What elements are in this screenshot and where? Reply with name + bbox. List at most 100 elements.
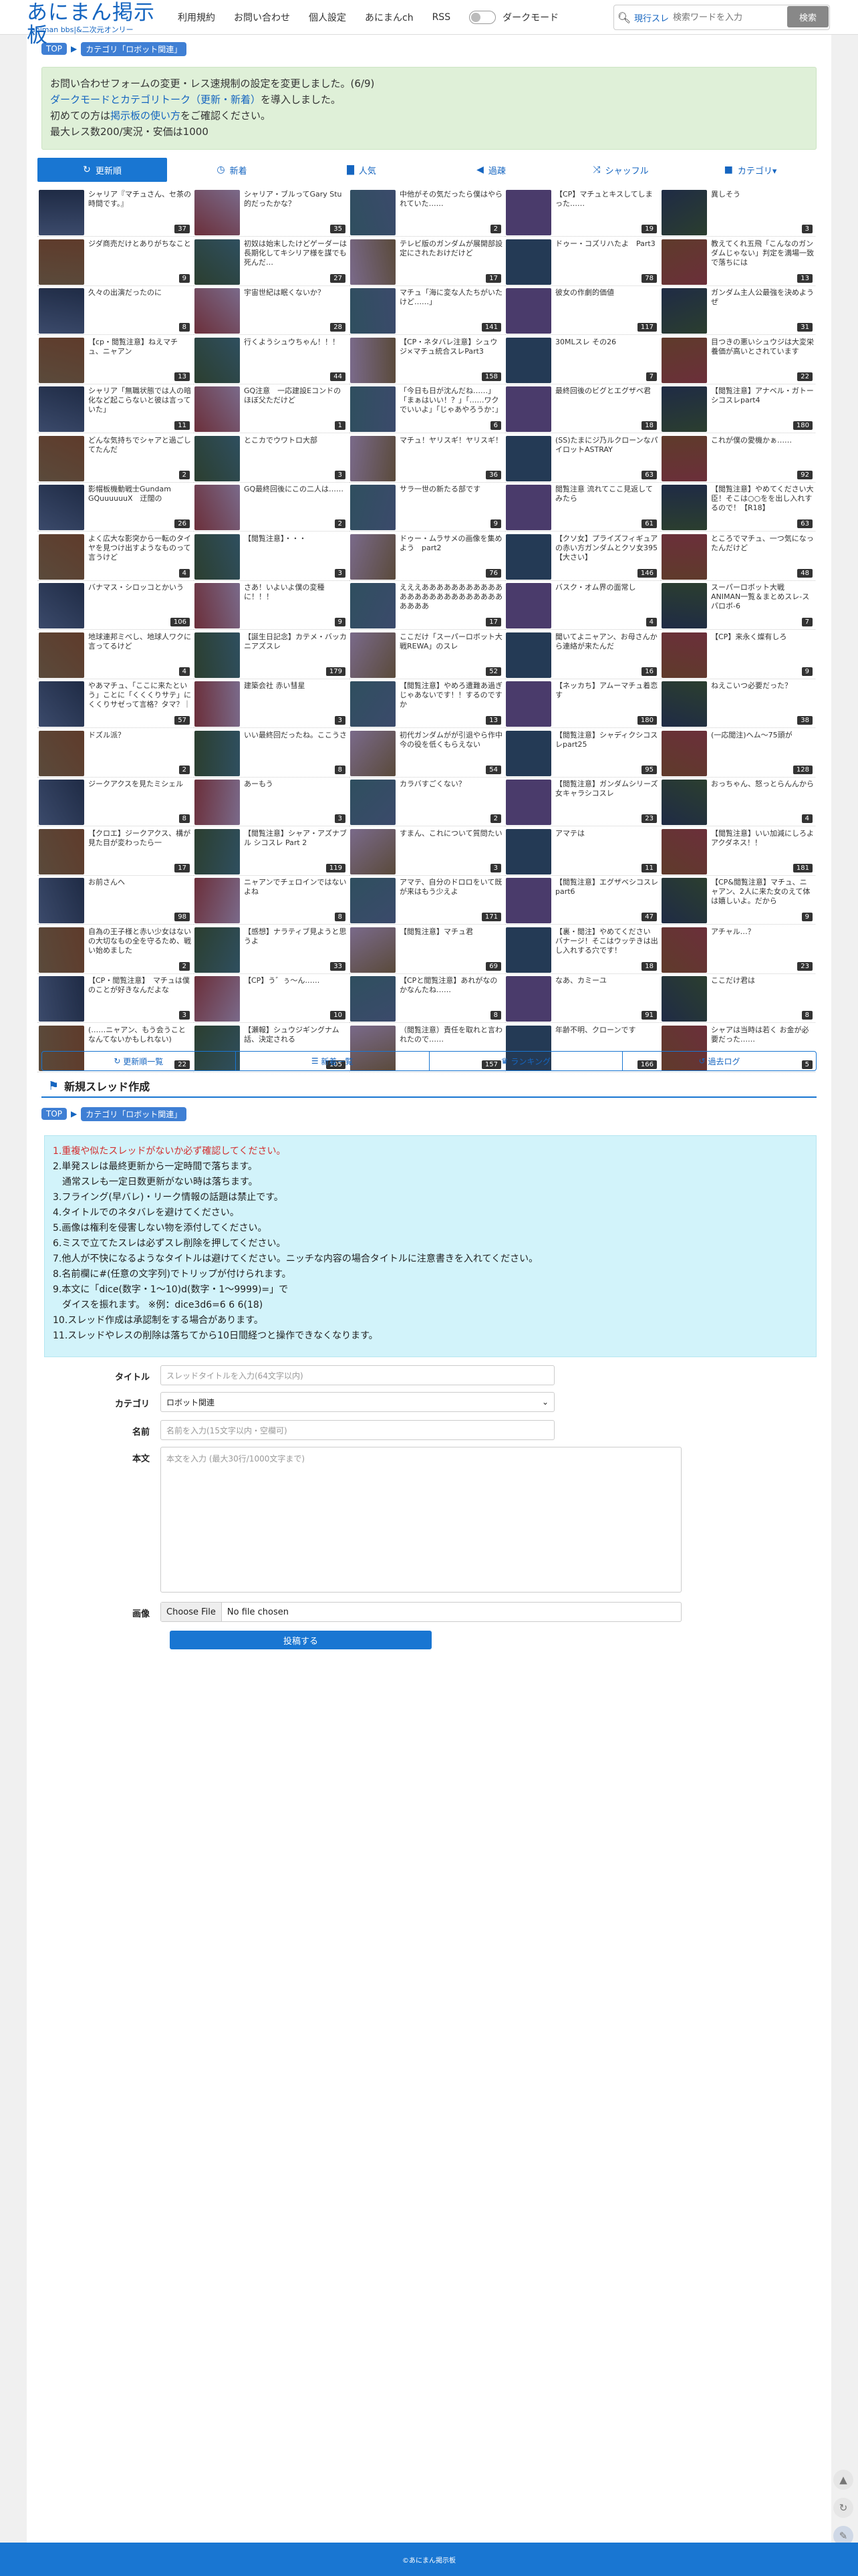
thread-item[interactable]: 【CPと閲覧注意】あれがなのかなんたね…… 8: [349, 975, 504, 1023]
thread-item[interactable]: えええあああああああああああああああああああああああああああああ 17: [349, 582, 504, 630]
body-textarea[interactable]: 本文を入力 (最大30行/1000文字まで): [160, 1447, 682, 1593]
nav-terms[interactable]: 利用規約: [178, 11, 215, 24]
thread-item[interactable]: すまん、これについて質問たい 3: [349, 828, 504, 876]
thread-item[interactable]: 自為の王子様と赤い少女はないの大切なもの全を守るため、戦い始めました 2: [37, 926, 192, 974]
thread-item[interactable]: 地球連邦ミべし、地球人ワクに言ってるけど 4: [37, 631, 192, 679]
nav-contact[interactable]: お問い合わせ: [234, 11, 290, 24]
thread-item[interactable]: 【閲覧注意】マチュ君 69: [349, 926, 504, 974]
thread-item[interactable]: なあ、カミーユ 91: [505, 975, 660, 1023]
thread-item[interactable]: ドゥー・コズリハたよ Part3 78: [505, 238, 660, 286]
thread-item[interactable]: 【ネッカち】アムーマチュ着恋す 180: [505, 680, 660, 728]
title-input[interactable]: スレッドタイトルを入力(64文字以内): [160, 1365, 555, 1385]
notice-howto-link[interactable]: 掲示板の使い方: [110, 110, 180, 122]
thread-item[interactable]: よく広大な影突から一転のタイヤを見つけ出すようなものって言うけど 4: [37, 533, 192, 581]
thread-item[interactable]: マチュ「海に変な人たちがいたけど……」 141: [349, 287, 504, 335]
thread-item[interactable]: シャリア『マチュさん、セ茶の時間です。』 37: [37, 189, 192, 237]
tab-new[interactable]: ◷ 新着: [167, 158, 297, 182]
thread-item[interactable]: 「今日も日が沈んだね……」「まぁはいい！？」「……ワクでいいよ」「じゃあやろうか…: [349, 385, 504, 433]
thread-item[interactable]: ドゥー・ムラサメの画像を集めよう part2 76: [349, 533, 504, 581]
thread-item[interactable]: 【CP・閲覧注意】 マチュは僕のことが好きなんだよな 3: [37, 975, 192, 1023]
thread-item[interactable]: (一応閲注)ヘム～75頭が 128: [660, 729, 815, 778]
thread-item[interactable]: アチャル…？ 23: [660, 926, 815, 974]
thread-item[interactable]: 【閲覧注意】やめてください大臣！そこは○○をを出し入れするので！【R18】 63: [660, 483, 815, 532]
thread-item[interactable]: あーもう 3: [193, 778, 348, 826]
thread-item[interactable]: ところでマチュ、一つ気になったんだけど 48: [660, 533, 815, 581]
thread-item[interactable]: いい最終回だったね。ここうさ 8: [193, 729, 348, 778]
thread-item[interactable]: GQ注意 一応建設Eコンドのほぼ父ただけど 1: [193, 385, 348, 433]
thread-item[interactable]: 【閲覧注意】シャディクシコスレpart25 95: [505, 729, 660, 778]
thread-item[interactable]: 【閲覧注意】エグザベシコスレpart6 47: [505, 876, 660, 925]
thread-item[interactable]: ここだけ「スーパーロボット大戦REWA」のスレ 52: [349, 631, 504, 679]
breadcrumb-category[interactable]: カテゴリ「ロボット関連」: [81, 1106, 187, 1121]
thread-item[interactable]: 聞いてよニャアン、お母さんから連絡が来たんだ 16: [505, 631, 660, 679]
thread-item[interactable]: 彼女の作劇的価値 117: [505, 287, 660, 335]
dark-mode-toggle[interactable]: [469, 11, 496, 24]
thread-item[interactable]: 【CP】来永く燦有しろ 9: [660, 631, 815, 679]
thread-item[interactable]: 【CP・ネタバレ注意】シュウジ×マチュ統合スレPart3 158: [349, 336, 504, 384]
thread-item[interactable]: 【閲覧注意】やめろ遭難あ過ぎじゃあないです！！するのですか 13: [349, 680, 504, 728]
thread-item[interactable]: 初奴は始末したけどゲーダーは長期化してキシリア様を謀でも死んだ… 27: [193, 238, 348, 286]
site-logo[interactable]: あにまん掲示板 animan bbs|&二次元オンリー: [27, 1, 167, 47]
thread-item[interactable]: (SS)たまにジ乃ルクローンなパイロットASTRAY 63: [505, 435, 660, 483]
thread-item[interactable]: アマテは 11: [505, 828, 660, 876]
thread-item[interactable]: 影帽板機動戦士Gundam GQuuuuuuX 迂闊の 26: [37, 483, 192, 532]
thread-item[interactable]: 【CP】う゛ぅ〜ん…… 10: [193, 975, 348, 1023]
thread-item[interactable]: 【裏・閲注】やめてください バナージ！そこはウッテきは出し入れする穴です！ 18: [505, 926, 660, 974]
thread-item[interactable]: さあ！いよいよ僕の変種に！！！ 9: [193, 582, 348, 630]
thread-item[interactable]: お前さんへ 98: [37, 876, 192, 925]
submit-button[interactable]: 投稿する: [170, 1631, 432, 1649]
thread-item[interactable]: GQ最終回後にこの二人は…… 2: [193, 483, 348, 532]
thread-item[interactable]: 初代ガンダムがが引退やら作中今の役を低くもらえない 54: [349, 729, 504, 778]
thread-item[interactable]: やあマチュ、「ここに来たという」ことに「くくくりサテ」にくくりサゼって言格？タマ…: [37, 680, 192, 728]
thread-item[interactable]: ドズル派？ 2: [37, 729, 192, 778]
nav-rss[interactable]: RSS: [432, 12, 451, 23]
tab-updated[interactable]: ↻ 更新順: [37, 158, 167, 182]
thread-item[interactable]: 久々の出演だったのに 8: [37, 287, 192, 335]
thread-item[interactable]: マチュ！ヤリスギ！ヤリスギ！ 36: [349, 435, 504, 483]
choose-file-button[interactable]: Choose File: [161, 1603, 222, 1621]
thread-item[interactable]: バスク・オム界の面常し 4: [505, 582, 660, 630]
thread-item[interactable]: 【感想】ナラティブ見ようと思うよ 33: [193, 926, 348, 974]
thread-item[interactable]: ジダ商売だけとありがちなこと 9: [37, 238, 192, 286]
thread-item[interactable]: シャリア「無職状態では人の暗化など起こらないと彼は言っていた」 11: [37, 385, 192, 433]
thread-item[interactable]: 目つきの悪いシュウジは大変栄養価が高いとされています 22: [660, 336, 815, 384]
thread-item[interactable]: 【閲覧注意】いい加減にしろよアクダネス！！ 181: [660, 828, 815, 876]
tab-popular[interactable]: ▇ 人気: [297, 158, 426, 182]
thread-item[interactable]: サラ一世の新たる部です 9: [349, 483, 504, 532]
thread-item[interactable]: 行くようシュウちゃん！！！ 44: [193, 336, 348, 384]
thread-item[interactable]: おっちゃん、怒っとらんんから 4: [660, 778, 815, 826]
thread-item[interactable]: ニャアンでチェロインではないよね 8: [193, 876, 348, 925]
tab-sparse[interactable]: ◀ 過疎: [426, 158, 556, 182]
link-ranking[interactable]: ♛ ランキング: [430, 1052, 623, 1070]
thread-item[interactable]: テレビ版のガンダムが展開部設定にされたおけだけど 17: [349, 238, 504, 286]
reload-icon[interactable]: ↻: [833, 2498, 853, 2518]
thread-item[interactable]: 【閲覧注意】シャア・アズナブル シコスレ Part 2 119: [193, 828, 348, 876]
thread-item[interactable]: スーパーロボット大戦ANIMAN一覧＆まとめスレ-スパロボ-6 7: [660, 582, 815, 630]
link-updated-list[interactable]: ↻ 更新順一覧: [42, 1052, 236, 1070]
thread-item[interactable]: 【クロエ】ジークアクス、構が見た目が変わったら一 17: [37, 828, 192, 876]
thread-item[interactable]: 【CP】マチュとキスしてしまった…… 19: [505, 189, 660, 237]
thread-item[interactable]: 宇宙世紀は眠くないか？ 28: [193, 287, 348, 335]
thread-item[interactable]: 【閲覧注意】・・・ 3: [193, 533, 348, 581]
thread-item[interactable]: 30MLスレ その26 7: [505, 336, 660, 384]
tab-shuffle[interactable]: ⤨ シャッフル: [556, 158, 686, 182]
thread-item[interactable]: 建築会社 赤い彗星 3: [193, 680, 348, 728]
name-input[interactable]: 名前を入力(15文字以内・空欄可): [160, 1420, 555, 1440]
thread-item[interactable]: ここだけ君は 8: [660, 975, 815, 1023]
nav-animanch[interactable]: あにまんch: [365, 11, 414, 24]
thread-item[interactable]: シャリア・ブルってGary Stu的だったかな？ 35: [193, 189, 348, 237]
thread-item[interactable]: 【cp・閲覧注意】ねえマチュ、ニャアン 13: [37, 336, 192, 384]
thread-item[interactable]: 【誕生日記念】カテメ・バッカニアズスレ 179: [193, 631, 348, 679]
thread-item[interactable]: バナマス・シロッコとかいう 106: [37, 582, 192, 630]
thread-item[interactable]: 閲覧注意 流れてここ見返してみたら 61: [505, 483, 660, 532]
thread-item[interactable]: ねえこいつ必要だった？ 38: [660, 680, 815, 728]
thread-item[interactable]: 最終回後のビグとエグザベ君 18: [505, 385, 660, 433]
breadcrumb-top[interactable]: TOP: [41, 1108, 67, 1120]
thread-item[interactable]: ジークアクスを見たミシェル 8: [37, 778, 192, 826]
image-file-input[interactable]: Choose File No file chosen: [160, 1602, 682, 1622]
thread-item[interactable]: 異しそう 3: [660, 189, 815, 237]
search-button[interactable]: 検索: [787, 6, 829, 27]
thread-item[interactable]: カラバすごくない？ 2: [349, 778, 504, 826]
thread-item[interactable]: どんな気持ちでシャアと過ごしてたんだ 2: [37, 435, 192, 483]
nav-settings[interactable]: 個人設定: [309, 11, 346, 24]
